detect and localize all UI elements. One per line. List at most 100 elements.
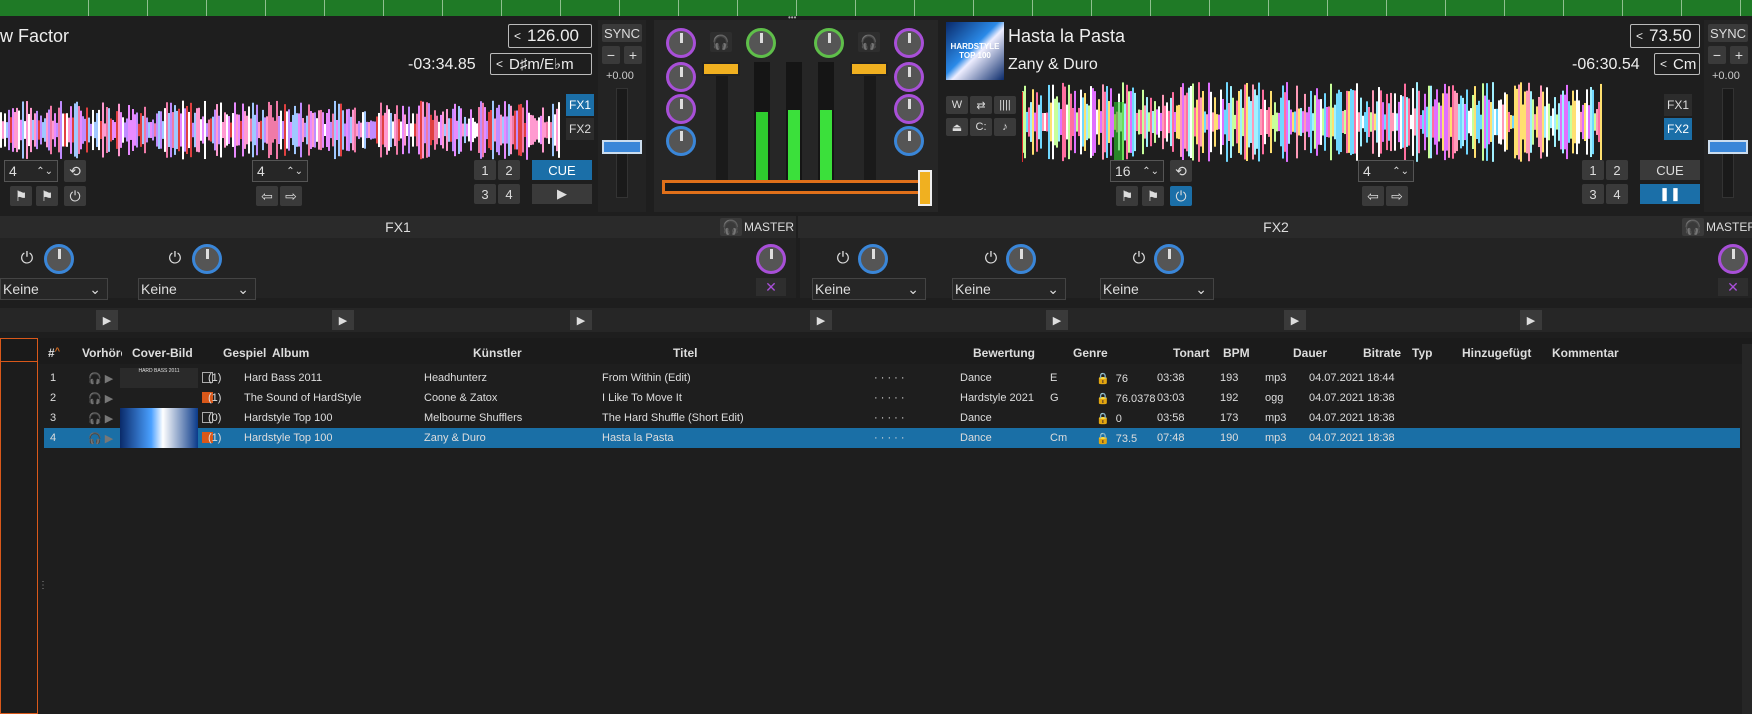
fx-mix-knob[interactable] [1718,244,1748,274]
deck-right-waveform[interactable] [1022,74,1602,164]
cue-out-icon[interactable]: ⚑ [1142,186,1164,206]
jump-forward-icon[interactable]: ⇨ [280,186,302,206]
fx-parameter-knob[interactable] [858,244,888,274]
reloop-icon[interactable]: ⏻ [64,186,86,206]
col-duration[interactable]: Dauer [1293,346,1327,360]
hotcue-2[interactable]: 2 [498,160,520,180]
repeat-icon[interactable]: ⇄ [970,96,992,114]
beatgrid-icon[interactable]: |||| [994,96,1016,114]
sampler-play-icon[interactable]: ▶ [1520,310,1542,330]
deck-left-key[interactable]: < D♯m/E♭m [490,53,592,75]
gain-knob[interactable] [814,28,844,58]
rating-stars[interactable]: · · · · · [874,392,905,404]
deck-left-loop-size[interactable]: 4 ⌃⌄ [4,160,58,182]
lock-icon[interactable]: 🔒 [1096,393,1110,405]
power-icon[interactable]: ⏻ [1128,248,1150,270]
col-album[interactable]: Album [272,346,309,360]
quantize-icon[interactable]: C: [970,118,992,136]
table-row[interactable]: 2 🎧 ▶ (1) The Sound of HardStyle Coone & Zat… [44,388,1740,408]
eq-knob[interactable] [666,62,696,92]
col-preview[interactable]: Vorhöre [82,346,122,360]
eq-knob[interactable] [894,28,924,58]
fx-parameter-knob[interactable] [1006,244,1036,274]
sampler-play-icon[interactable]: ▶ [96,310,118,330]
fx-select[interactable]: Keine ⌄ [0,278,108,300]
eject-icon[interactable]: ⏏ [946,118,968,136]
headphone-icon[interactable]: 🎧 [1682,218,1704,236]
hotcue-1[interactable]: 1 [474,160,496,180]
pitch-minus-icon[interactable]: − [602,46,620,64]
deck-right-sync-button[interactable]: SYNC [1708,24,1748,42]
fx-parameter-knob[interactable] [44,244,74,274]
lock-icon[interactable]: 🔒 [1096,433,1110,445]
table-row[interactable]: 1 🎧 ▶ HARD BASS 2011 (1) Hard Bass 2011 Headh… [44,368,1740,388]
fx-unit-1-master[interactable]: MASTER [744,220,794,234]
hotcue-1[interactable]: 1 [1582,160,1604,180]
deck-left-play-button[interactable]: ▶ [532,184,592,204]
loop-icon[interactable]: ⟲ [64,160,86,182]
fx-unit-2-master[interactable]: MASTER [1706,220,1752,234]
deck-left-bpm[interactable]: <126.00 [508,24,592,48]
sampler-play-icon[interactable]: ▶ [570,310,592,330]
table-row[interactable]: 3 🎧 ▶ (0) Hardstyle Top 100 Melbourne Shuffl… [44,408,1740,428]
col-title[interactable]: Titel [673,346,697,360]
music-note-icon[interactable]: ♪ [994,118,1016,136]
sampler-play-icon[interactable]: ▶ [1284,310,1306,330]
lock-icon[interactable]: 🔒 [1096,373,1110,385]
deck-right-fx2-button[interactable]: FX2 [1664,118,1692,140]
filter-knob[interactable] [894,126,924,156]
gain-knob[interactable] [746,28,776,58]
preview-icon[interactable]: 🎧 ▶ [88,392,113,405]
col-bpm[interactable]: BPM [1223,346,1250,360]
crossfader[interactable] [662,180,928,194]
fx-select[interactable]: Keine ⌄ [138,278,256,300]
rating-stars[interactable]: · · · · · [874,372,905,384]
library-search-input[interactable] [0,338,38,362]
col-type[interactable]: Typ [1412,346,1432,360]
filter-knob[interactable] [666,126,696,156]
loop-icon[interactable]: ⟲ [1170,160,1192,182]
col-number[interactable]: #^ [48,346,60,360]
col-key[interactable]: Tonart [1173,346,1209,360]
deck-right-pause-button[interactable]: ❚❚ [1640,184,1700,204]
fx-select[interactable]: Keine ⌄ [1100,278,1214,300]
deck-left-cue-button[interactable]: CUE [532,160,592,180]
cue-in-icon[interactable]: ⚑ [1116,186,1138,206]
sampler-play-icon[interactable]: ▶ [332,310,354,330]
cue-in-icon[interactable]: ⚑ [10,186,32,206]
deck-left-beatjump-size[interactable]: 4 ⌃⌄ [252,160,308,182]
hotcue-3[interactable]: 3 [1582,184,1604,204]
hotcue-3[interactable]: 3 [474,184,496,204]
fx-reset-icon[interactable]: ✕ [756,278,786,296]
library-scrollbar[interactable] [1742,344,1752,714]
track-overview-bar[interactable] [0,0,1752,16]
cue-out-icon[interactable]: ⚑ [36,186,58,206]
deck-left-sync-button[interactable]: SYNC [602,24,642,42]
preview-icon[interactable]: 🎧 ▶ [88,432,113,445]
hotcue-2[interactable]: 2 [1606,160,1628,180]
fx-parameter-knob[interactable] [192,244,222,274]
col-bitrate[interactable]: Bitrate [1363,346,1401,360]
deck-right-loop-size[interactable]: 16 ⌃⌄ [1110,160,1164,182]
deck-left-fx1-button[interactable]: FX1 [566,94,594,116]
eq-knob[interactable] [894,62,924,92]
pitch-minus-icon[interactable]: − [1708,46,1726,64]
library-sidebar[interactable] [0,338,38,714]
deck-right-key[interactable]: < Cm [1654,53,1700,75]
deck-right-cue-button[interactable]: CUE [1640,160,1700,180]
col-played[interactable]: Gespielt [223,346,266,360]
sidebar-resize-handle[interactable]: ⋮ [38,580,48,600]
rating-stars[interactable]: · · · · · [874,432,905,444]
deck-right-fx1-button[interactable]: FX1 [1664,94,1692,116]
col-cover[interactable]: Cover-Bild [132,346,193,360]
deck-right-bpm[interactable]: <73.50 [1630,24,1700,48]
col-genre[interactable]: Genre [1073,346,1108,360]
fx-mix-knob[interactable] [756,244,786,274]
col-comment[interactable]: Kommentar [1552,346,1619,360]
hotcue-4[interactable]: 4 [1606,184,1628,204]
col-artist[interactable]: Künstler [473,346,522,360]
headphone-icon[interactable]: 🎧 [858,32,880,52]
power-icon[interactable]: ⏻ [832,248,854,270]
jump-forward-icon[interactable]: ⇨ [1386,186,1408,206]
pitch-slider-handle[interactable] [602,140,642,154]
